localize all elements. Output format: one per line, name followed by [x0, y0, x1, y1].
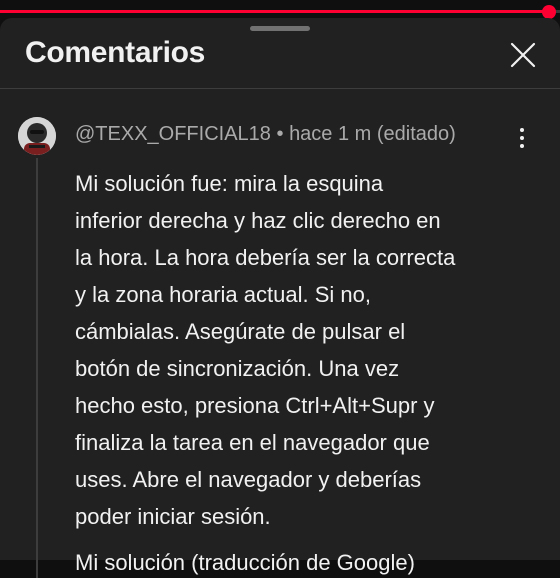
comment-text: Mi solución fue: mira la esquina inferio…: [75, 165, 525, 535]
comment-time: hace 1 m (editado): [289, 123, 456, 145]
comments-header: Comentarios: [0, 36, 560, 72]
comment-line: Mi solución fue: mira la esquina: [75, 171, 384, 196]
reply-thread-line: [36, 158, 38, 578]
drag-handle[interactable]: [250, 26, 310, 31]
close-button[interactable]: [506, 38, 540, 72]
avatar-image: [18, 117, 56, 155]
avatar[interactable]: [18, 117, 56, 155]
comment-line: cámbialas. Asegúrate de pulsar el: [75, 319, 406, 344]
comment-line: y la zona horaria actual. Si no,: [75, 282, 371, 307]
meta-separator: •: [276, 123, 284, 145]
video-progress-bar[interactable]: [0, 5, 560, 19]
page-title: Comentarios: [25, 36, 206, 69]
more-options-button[interactable]: [510, 124, 534, 154]
video-progress-fill: [0, 10, 549, 13]
header-divider: [0, 88, 560, 89]
video-scrubber-knob[interactable]: [541, 5, 556, 19]
comment-line: inferior derecha y haz clic derecho en: [75, 208, 441, 233]
comment-line: poder iniciar sesión.: [75, 504, 271, 529]
comment-line: uses. Abre el navegador y deberías: [75, 467, 422, 492]
comment-line: la hora. La hora debería ser la correcta: [75, 245, 456, 270]
comment-meta: @TEXX_OFFICIAL18 • hace 1 m (editado): [75, 122, 456, 146]
comment-line: finaliza la tarea en el navegador que: [75, 430, 430, 455]
comment-line: botón de sincronización. Una vez: [75, 356, 400, 381]
close-icon: [510, 42, 536, 68]
next-comment-partial: Mi solución (traducción de Google): [75, 550, 415, 575]
comment-author[interactable]: @TEXX_OFFICIAL18: [75, 123, 271, 145]
comment-line: hecho esto, presiona Ctrl+Alt+Supr y: [75, 393, 435, 418]
